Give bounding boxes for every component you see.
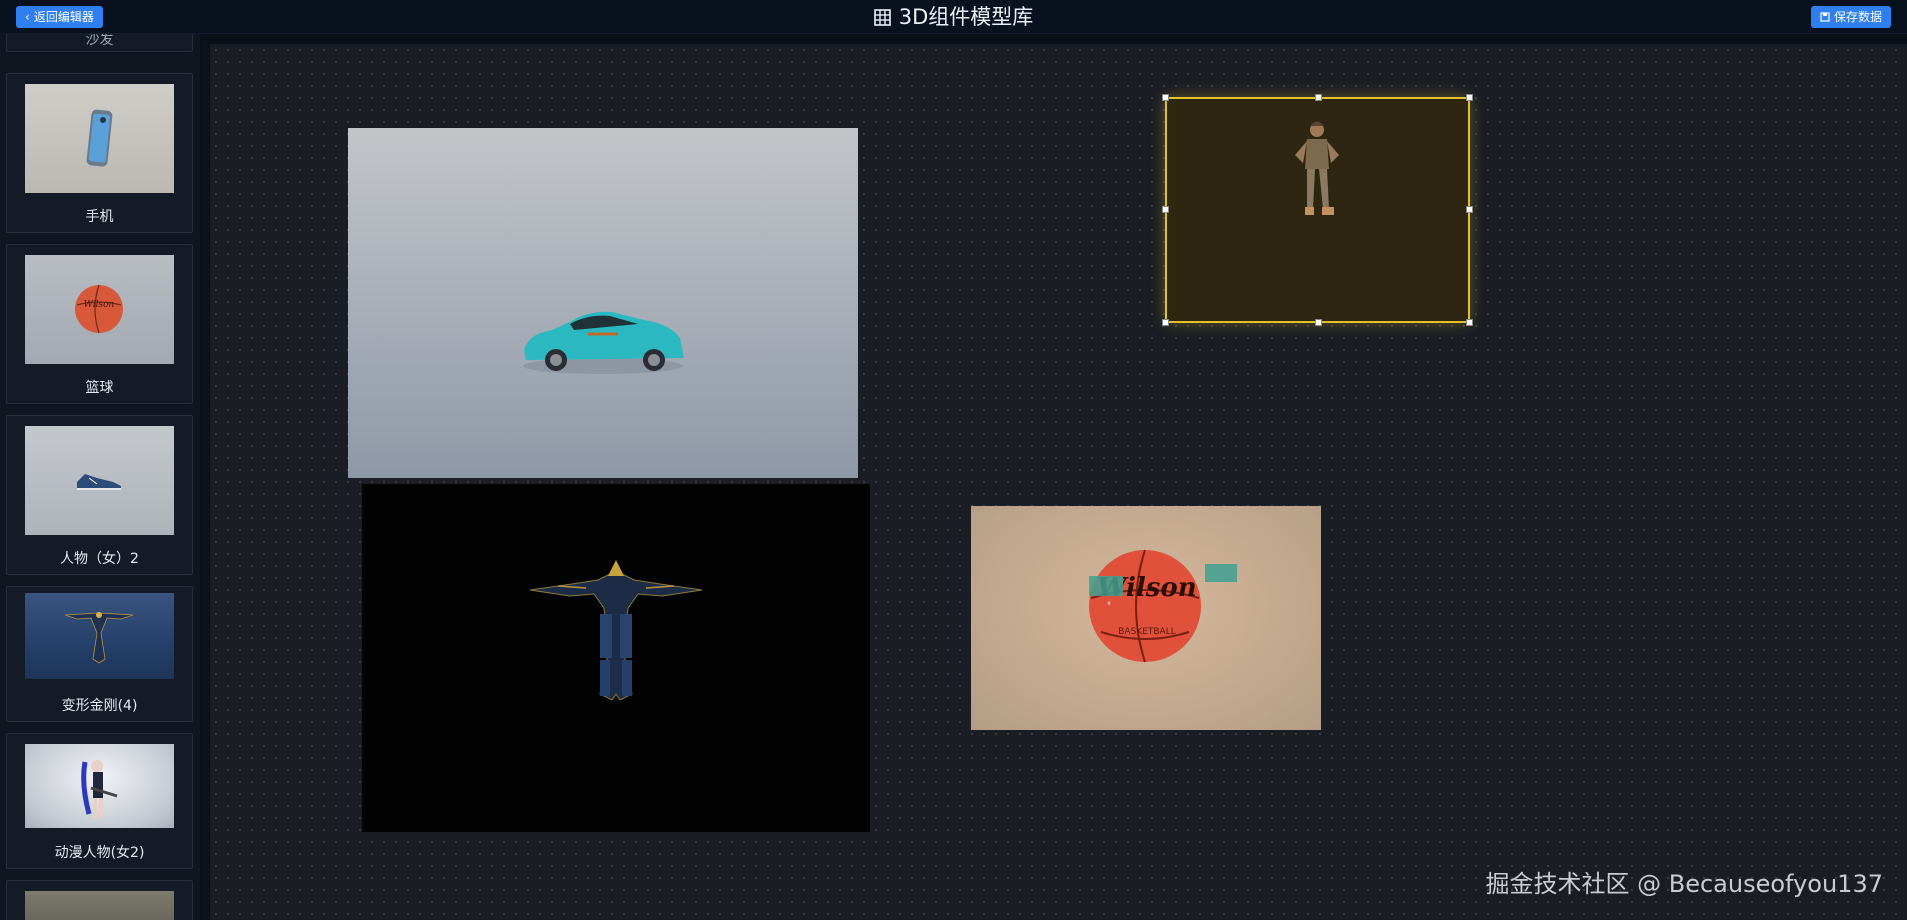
resize-handle-bottom-left[interactable] [1162,319,1169,326]
basketball-model-image: Wilson [75,284,123,334]
transformer-model-image [64,612,134,664]
save-icon [1820,12,1830,22]
transformer-model-panel[interactable] [362,484,870,832]
page-title-text: 3D组件模型库 [898,5,1034,29]
model-thumbnail [25,426,174,535]
woman-model-image [1295,121,1339,215]
car-model-panel[interactable] [348,128,858,478]
model-card-phone[interactable]: 手机 [6,73,193,233]
svg-text:Wilson: Wilson [84,300,115,310]
model-card-partial[interactable] [6,880,193,920]
woman-model-panel-selected[interactable] [1162,94,1473,326]
basketball-model-panel[interactable]: Wilson BASKETBALL ‹ [971,506,1321,730]
resize-handle-right[interactable] [1466,206,1473,213]
model-card-basketball[interactable]: Wilson 篮球 [6,244,193,404]
model-thumbnail [25,891,174,920]
top-bar: ‹ 返回编辑器 3D组件模型库 保存数据 [0,0,1907,34]
model-thumbnail [25,744,174,828]
model-thumbnail [25,84,174,193]
save-data-button[interactable]: 保存数据 [1810,6,1891,28]
car-model-image [523,311,684,374]
resize-handle-top[interactable] [1315,94,1322,101]
model-card-transformer-4[interactable]: 变形金刚(4) [6,586,193,722]
resize-handle-top-right[interactable] [1466,94,1473,101]
phone-model-image [86,109,113,167]
transformer-model-render [529,560,703,701]
page-title: 3D组件模型库 [0,4,1907,30]
resize-handle-left[interactable] [1162,206,1169,213]
model-card-label: 沙发 [85,34,114,48]
basketball-model-render: Wilson BASKETBALL ‹ [1089,549,1237,663]
model-card-sofa[interactable]: 沙发 [6,34,193,52]
shoe-model-image [77,474,121,490]
model-thumbnail [25,593,174,679]
model-card-label: 篮球 [85,380,114,396]
model-card-label: 动漫人物(女2) [54,845,145,861]
model-card-label: 变形金刚(4) [61,698,138,714]
model-card-woman-2[interactable]: 人物（女）2 [6,415,193,575]
model-thumbnail: Wilson [25,255,174,364]
resize-handle-top-left[interactable] [1162,94,1169,101]
sidebar-scrollbar[interactable] [203,40,209,920]
model-card-label: 人物（女）2 [60,551,139,567]
save-data-label: 保存数据 [1833,10,1882,24]
watermark-text: 掘金技术社区 @ Becauseofyou137 [1485,870,1884,898]
grid-icon [873,8,891,26]
svg-text:BASKETBALL: BASKETBALL [1118,627,1176,637]
model-sidebar[interactable]: 沙发 手机 Wilson 篮球 人物（女）2 变形金刚(4) 动漫人物(女2) [0,34,200,920]
model-card-label: 手机 [85,209,114,225]
anime-woman-model-image [81,760,118,818]
resize-handle-bottom-right[interactable] [1466,319,1473,326]
svg-text:‹: ‹ [1107,598,1111,609]
model-card-anime-woman-2[interactable]: 动漫人物(女2) [6,733,193,869]
resize-handle-bottom[interactable] [1315,319,1322,326]
